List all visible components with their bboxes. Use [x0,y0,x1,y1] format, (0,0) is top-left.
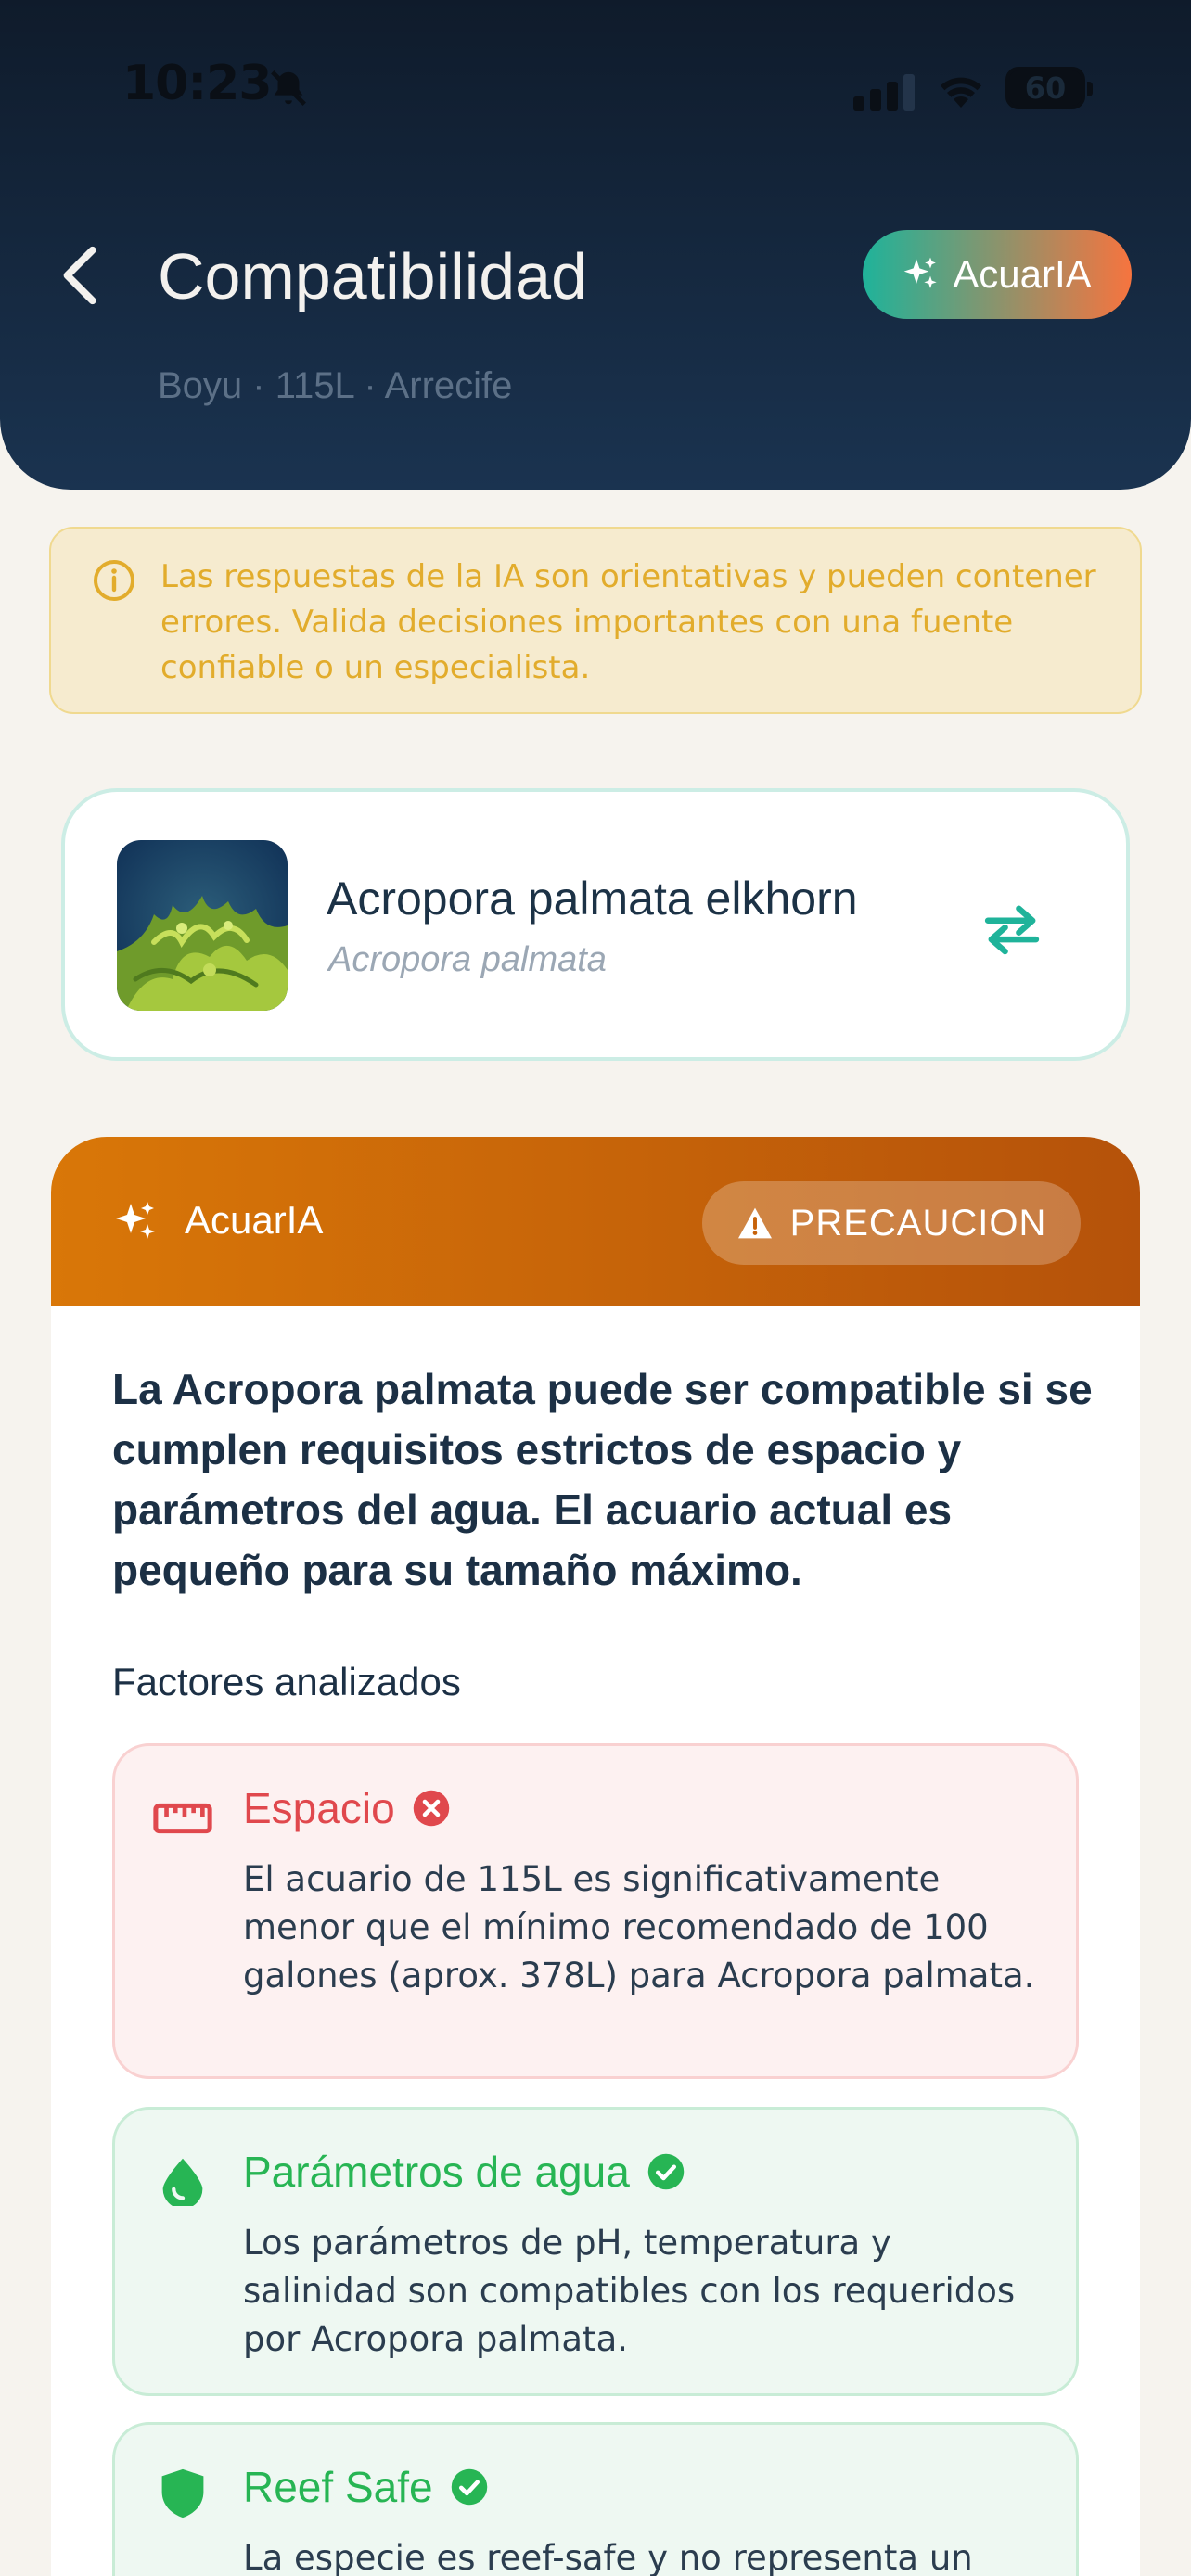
sparkle-icon [116,1202,155,1239]
battery-icon: 60 [1005,67,1093,109]
verdict-label: PRECAUCION [789,1202,1047,1243]
species-scientific-name: Acropora palmata [328,940,607,979]
factor-space: Espacio El acuario de 115L es significat… [112,1743,1079,2079]
wifi-icon [941,77,981,108]
water-drop-icon [162,2158,203,2206]
acuaria-button[interactable]: AcuarIA [863,230,1132,319]
x-circle-icon [413,1790,449,1827]
factor-title: Espacio [243,1783,451,1833]
shield-icon [161,2468,204,2519]
acuaria-button-label: AcuarIA [953,252,1092,296]
app-header: 10:23 60 Compatibilidad AcuarIA Boyu · 1… [0,0,1191,490]
chevron-left-icon[interactable] [56,243,111,308]
factor-title: Parámetros de agua [243,2147,685,2197]
compatibility-result-card: AcuarIA PRECAUCION La Acropora palmata p… [51,1137,1140,2576]
factor-description: El acuario de 115L es significativamente… [243,1859,1035,1996]
warning-icon [737,1207,772,1239]
factors-heading: Factores analizados [112,1660,461,1703]
check-circle-icon [647,2153,685,2190]
factor-title-text: Espacio [243,1784,395,1832]
verdict-badge: PRECAUCION [702,1181,1081,1265]
species-card[interactable]: Acropora palmata elkhorn Acropora palmat… [61,788,1130,1061]
species-photo [117,840,288,1011]
check-circle-icon [451,2468,487,2506]
swap-icon[interactable] [978,901,1046,957]
factor-title: Reef Safe [243,2462,489,2512]
ruler-icon [153,1803,212,1834]
factor-title-text: Reef Safe [243,2463,433,2511]
page-title: Compatibilidad [158,240,588,312]
info-icon [94,560,134,601]
factor-description: Los parámetros de pH, temperatura y sali… [243,2223,1016,2359]
factor-title-text: Parámetros de agua [243,2148,630,2196]
disclaimer-text: Las respuestas de la IA son orientativas… [160,558,1096,686]
status-time: 10:23 [122,56,273,111]
result-summary: La Acropora palmata puede ser compatible… [112,1365,1093,1594]
bell-slash-icon [271,70,306,106]
ai-disclaimer-banner: Las respuestas de la IA son orientativas… [49,527,1142,714]
result-header: AcuarIA PRECAUCION [51,1137,1140,1306]
result-title: AcuarIA [185,1198,324,1242]
cellular-signal-icon [853,74,915,111]
sparkle-icon [903,257,937,288]
factor-description: La especie es reef-safe y no representa … [243,2538,973,2576]
factor-reef-safe: Reef Safe La especie es reef-safe y no r… [112,2422,1079,2576]
factor-water-parameters: Parámetros de agua Los parámetros de pH,… [112,2107,1079,2396]
species-common-name: Acropora palmata elkhorn [327,873,858,925]
aquarium-subtitle: Boyu · 115L · Arrecife [158,365,513,406]
